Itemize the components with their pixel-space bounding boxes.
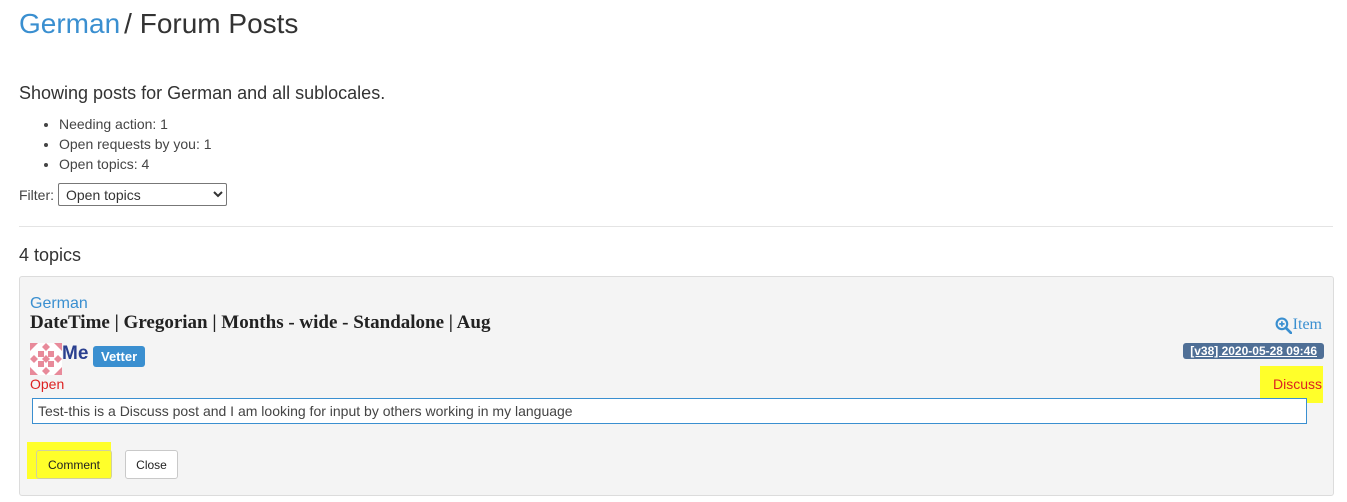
posts-summary: Showing posts for German and all subloca… — [19, 83, 386, 103]
divider — [19, 226, 1333, 227]
page-title: German / Forum Posts — [19, 6, 298, 42]
close-button[interactable]: Close — [125, 450, 178, 479]
post-type: Discuss — [1272, 376, 1322, 392]
filter-label: Filter: — [19, 186, 54, 203]
post-status: Open — [30, 376, 65, 392]
topics-count: 4 topics — [19, 245, 82, 265]
item-link-label: Item — [1292, 316, 1322, 333]
forum-post-card: German DateTime | Gregorian | Months - w… — [19, 276, 1334, 496]
stat-open-requests: Open requests by you: 1 — [59, 134, 212, 154]
stat-open-topics: Open topics: 4 — [59, 154, 212, 174]
stats-list: Needing action: 1 Open requests by you: … — [41, 114, 212, 174]
zoom-in-icon — [1275, 317, 1292, 334]
filter-select[interactable]: Open topics — [58, 183, 227, 206]
post-locale-link[interactable]: German — [30, 295, 88, 313]
stat-needing-action: Needing action: 1 — [59, 114, 212, 134]
item-link[interactable]: Item — [1275, 316, 1322, 334]
role-badge: Vetter — [93, 346, 146, 367]
post-text: Test-this is a Discuss post and I am loo… — [32, 398, 1307, 424]
comment-button[interactable]: Comment — [36, 450, 112, 479]
post-path-title: DateTime | Gregorian | Months - wide - S… — [30, 312, 491, 333]
post-author: Me — [62, 343, 89, 364]
version-date-badge[interactable]: [v38] 2020-05-28 09:46 — [1183, 343, 1324, 359]
title-separator: / — [124, 8, 132, 39]
locale-link-german[interactable]: German — [19, 8, 120, 39]
page-title-text: Forum Posts — [139, 8, 299, 39]
identicon-avatar — [30, 343, 62, 375]
filter-row: Filter: Open topics — [19, 183, 227, 206]
